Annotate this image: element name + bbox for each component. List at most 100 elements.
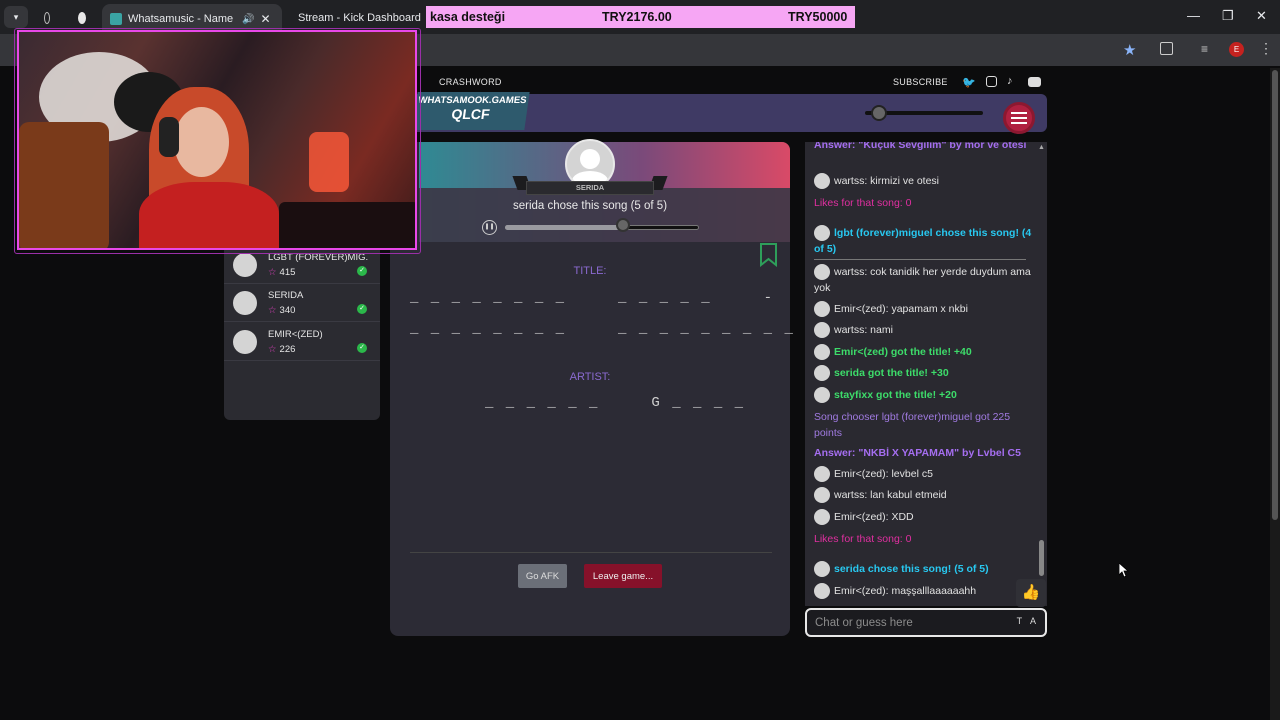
chat-answer: Answer: "Küçük Sevgilim" by mor ve ötesi <box>814 142 1027 151</box>
site-logo[interactable]: WHATSAMOOK.GAMES QLCF <box>412 92 530 130</box>
chat-input-box[interactable]: T A <box>805 608 1047 637</box>
profile-avatar[interactable]: E <box>1229 42 1244 57</box>
chat-input[interactable] <box>815 614 1015 632</box>
avatar <box>814 264 830 281</box>
whatsamusic-favicon <box>110 13 122 25</box>
song-progress-fill <box>505 225 624 230</box>
chat-text: Emir<(zed): levbel c5 <box>834 468 933 480</box>
avatar <box>814 583 830 600</box>
nav-subscribe[interactable]: SUBSCRIBE <box>893 77 948 87</box>
chat-message: Emir<(zed): levbel c5 <box>814 466 1032 483</box>
song-chooser-text: serida chose this song (5 of 5) <box>512 200 668 212</box>
avatar <box>233 330 257 354</box>
extensions-icon[interactable] <box>1160 42 1173 55</box>
avatar <box>233 291 257 315</box>
star-icon: ☆ <box>268 267 277 278</box>
chat-system: Song chooser lgbt (forever)miguel got 22… <box>814 411 1011 439</box>
chat-scrollbar-thumb[interactable] <box>1039 540 1044 576</box>
chat-text: wartss: lan kabul etmeid <box>834 489 947 501</box>
chat-got: serida got the title! +30 <box>814 365 1032 382</box>
avatar <box>814 509 830 526</box>
tab-title: Stream - Kick Dashboard <box>298 12 421 24</box>
leave-game-button[interactable]: Leave game... <box>584 564 662 588</box>
chat-message: wartss: cok tanidik her yerde duydum ama… <box>814 264 1032 296</box>
song-banner-shade <box>419 188 790 242</box>
tiktok-icon[interactable]: ♪ <box>1007 75 1013 87</box>
speaker-icon[interactable]: 🔊 <box>242 14 254 25</box>
thumbs-up-icon[interactable]: 👍 <box>1016 579 1046 607</box>
cam-headphone <box>159 117 179 157</box>
title-blanks-line1: _ _ _ _ _ _ _ _ _ _ _ _ _ - <box>410 290 775 306</box>
chat-message: wartss: lan kabul etmeid <box>814 487 1032 504</box>
chat-text: Emir<(zed): XDD <box>834 511 914 523</box>
bookmark-icon[interactable] <box>759 243 778 267</box>
player-score: ☆ 340 <box>268 305 295 316</box>
restore-button[interactable]: ❐ <box>1222 8 1234 24</box>
close-icon[interactable]: ✕ <box>260 12 270 26</box>
donation-current: TRY2176.00 <box>602 10 672 24</box>
minimize-button[interactable]: — <box>1187 8 1200 23</box>
instagram-icon[interactable] <box>986 76 997 87</box>
check-icon: ✓ <box>357 266 367 276</box>
chat-text: wartss: cok tanidik her yerde duydum ama… <box>814 266 1031 295</box>
cam-desk <box>279 202 415 248</box>
check-icon: ✓ <box>357 343 367 353</box>
page-scrollbar-thumb[interactable] <box>1272 70 1278 520</box>
hamburger-icon[interactable] <box>1003 102 1035 134</box>
score-value: 226 <box>279 344 296 355</box>
text-tools[interactable]: T A <box>1017 616 1039 626</box>
chat-scrollbar[interactable] <box>1036 142 1047 606</box>
chat-text: serida got the title! +30 <box>834 367 949 379</box>
crown-icon <box>78 12 86 24</box>
donation-label: kasa desteği <box>430 10 506 24</box>
chat-text: Emir<(zed): maşşalllaaaaaahh <box>834 585 977 597</box>
discord-icon[interactable] <box>1028 77 1041 87</box>
kebab-icon[interactable]: ⋮ <box>1259 40 1273 57</box>
media-icon[interactable]: ≡ <box>1201 42 1208 56</box>
webcam-overlay <box>17 30 417 250</box>
chat-message: Emir<(zed): maşşalllaaaaaahh <box>814 583 1032 600</box>
cam-shirt <box>139 182 279 248</box>
room-code: QLCF <box>450 106 491 122</box>
chat-text: wartss: kirmizi ve otesi <box>834 175 940 187</box>
player-row: EMIR<(ZED) ☆ 226 ✓ <box>224 323 380 361</box>
chat-likes: Likes for that song: 0 <box>814 197 912 209</box>
tab-title: Whatsamusic - Name That <box>128 13 236 25</box>
chat-text: Emir<(zed): yapamam x nkbi <box>834 303 968 315</box>
player-name: EMIR<(ZED) <box>268 329 323 340</box>
pause-icon[interactable]: ❚❚ <box>482 220 497 235</box>
chat-got: stayfixx got the title! +20 <box>814 387 1032 404</box>
bookmark-star-icon[interactable]: ★ <box>1123 41 1136 59</box>
chat-chose: serida chose this song! (5 of 5) <box>814 561 1032 578</box>
donation-goal-bar: kasa desteği TRY2176.00 TRY50000 <box>426 6 855 28</box>
avatar <box>814 344 830 361</box>
avatar <box>814 365 830 382</box>
chat-panel: Answer: "Küçük Sevgilim" by mor ve ötesi… <box>805 142 1047 606</box>
tab-search-button[interactable]: ▾ <box>4 6 28 28</box>
scroll-up-icon[interactable]: ▲ <box>1038 144 1045 151</box>
cam-lamp <box>309 132 349 192</box>
chat-text: lgbt (forever)miguel chose this song! (4… <box>814 227 1032 256</box>
player-name: SERIDA <box>268 290 304 301</box>
player-score: ☆ 415 <box>268 267 295 278</box>
avatar <box>814 301 830 318</box>
go-afk-button[interactable]: Go AFK <box>518 564 567 588</box>
chat-text: Emir<(zed) got the title! +40 <box>834 346 972 358</box>
chat-chose: lgbt (forever)miguel chose this song! (4… <box>814 225 1032 257</box>
score-value: 340 <box>279 305 296 316</box>
chat-answer: Answer: "NKBİ X YAPAMAM" by Lvbel C5 <box>814 447 1021 459</box>
nav-crashword[interactable]: CRASHWORD <box>439 77 502 87</box>
players-panel: LGBT (FOREVER)MIG... ☆ 415 ✓ SERIDA ☆ 340 … <box>224 246 380 420</box>
globe-icon <box>44 12 50 24</box>
title-blanks-line2: _ _ _ _ _ _ _ _ _ _ _ _ _ _ _ _ _ <box>410 321 795 337</box>
avatar <box>814 173 830 190</box>
check-icon: ✓ <box>357 304 367 314</box>
title-label: TITLE: <box>573 265 607 277</box>
chat-text: wartss: nami <box>834 324 893 336</box>
donation-goal: TRY50000 <box>788 10 848 24</box>
volume-icon[interactable] <box>871 105 887 121</box>
window-close-button[interactable]: ✕ <box>1256 8 1267 24</box>
score-value: 415 <box>279 267 296 278</box>
twitter-icon[interactable]: 🐦 <box>962 76 976 89</box>
avatar <box>814 466 830 483</box>
